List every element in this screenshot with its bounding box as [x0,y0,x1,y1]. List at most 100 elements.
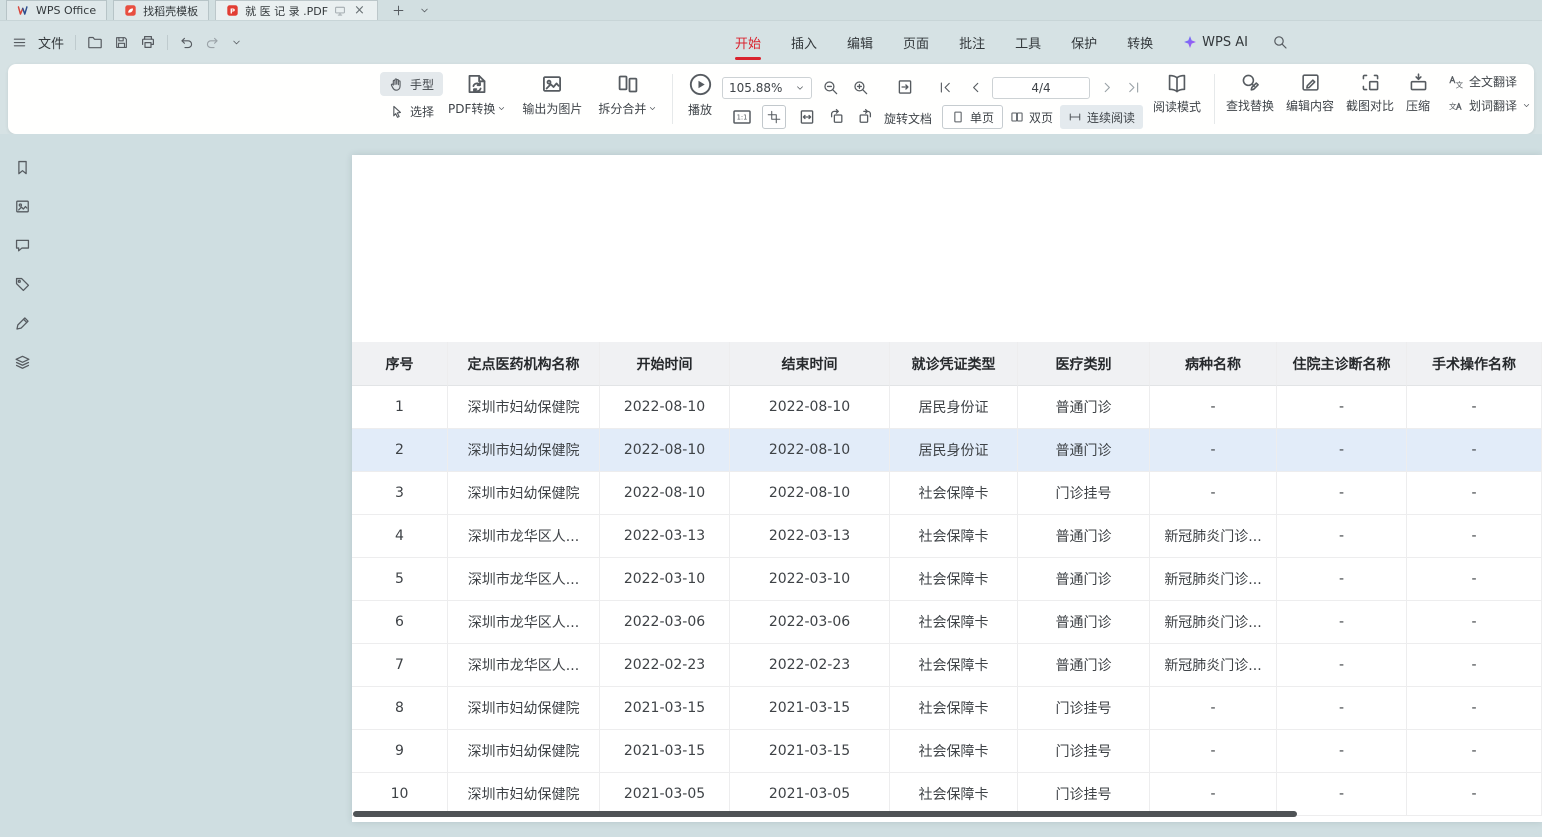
page-number-input[interactable]: 4/4 [992,77,1090,99]
full-translate-button[interactable]: 文 全文翻译 [1448,73,1517,90]
layers-icon[interactable] [14,354,31,371]
new-tab-button[interactable] [392,4,405,17]
edit-content-button[interactable]: 编辑内容 [1286,72,1334,114]
menu-tab-7[interactable]: 保护 [1071,21,1097,63]
read-mode-button[interactable]: 阅读模式 [1150,72,1204,115]
table-row[interactable]: 8深圳市妇幼保健院2021-03-152021-03-15社会保障卡门诊挂号--… [352,687,1542,730]
save-icon[interactable] [114,35,129,50]
table-cell: - [1407,472,1542,515]
table-cell: 1 [352,386,448,429]
chevron-down-icon [1522,101,1531,110]
read-mode-label: 阅读模式 [1153,98,1201,115]
menu-tab-label: 工具 [1015,33,1041,52]
fit-page-icon[interactable] [896,78,914,96]
pen-icon[interactable] [14,315,31,332]
bookmark-icon[interactable] [14,159,31,176]
word-translate-button[interactable]: 文 划词翻译 [1448,97,1531,114]
single-page-button[interactable]: 单页 [942,105,1003,129]
menu-tab-4[interactable]: 页面 [903,21,929,63]
export-image-button[interactable]: 输出为图片 [522,72,582,117]
play-label: 播放 [688,101,712,118]
rotate-right-icon[interactable] [857,108,874,125]
continuous-reading-button[interactable]: 连续阅读 [1060,105,1143,129]
separator [75,35,76,50]
table-cell: - [1150,730,1277,773]
tab-label: 找稻壳模板 [143,3,198,19]
menu-tab-8[interactable]: 转换 [1127,21,1153,63]
edit-content-icon [1300,72,1321,93]
rotate-left-icon[interactable] [828,108,845,125]
svg-text:1:1: 1:1 [737,114,748,122]
table-row[interactable]: 1深圳市妇幼保健院2022-08-102022-08-10居民身份证普通门诊--… [352,386,1542,429]
play-button[interactable]: 播放 [678,72,722,118]
table-row[interactable]: 7深圳市龙华区人...2022-02-232022-02-23社会保障卡普通门诊… [352,644,1542,687]
last-page-icon[interactable] [1126,80,1141,95]
zoom-in-icon[interactable] [852,79,869,96]
tab-list-dropdown-icon[interactable] [419,5,430,16]
tab-close-button[interactable]: × [352,3,367,18]
table-cell: - [1407,515,1542,558]
table-cell: - [1277,644,1407,687]
search-icon[interactable] [1272,34,1288,50]
fit-width-icon[interactable] [798,108,816,126]
tag-icon[interactable] [14,276,31,293]
actual-size-icon[interactable]: 1:1 [732,107,752,127]
document-tools-group: 查找替换编辑内容截图对比压缩 [1226,72,1430,114]
first-page-icon[interactable] [938,80,953,95]
window-tab-docer[interactable]: 找稻壳模板 [113,0,209,20]
screenshot-button[interactable]: 截图对比 [1346,72,1394,114]
table-row[interactable]: 3深圳市妇幼保健院2022-08-102022-08-10社会保障卡门诊挂号--… [352,472,1542,515]
table-cell: 深圳市龙华区人... [448,644,600,687]
pointer-tools-group: 手型 选择 [380,72,443,123]
fit-window-button[interactable] [762,105,786,129]
table-cell: 2022-08-10 [730,472,890,515]
table-row[interactable]: 2深圳市妇幼保健院2022-08-102022-08-10居民身份证普通门诊--… [352,429,1542,472]
menu-tab-9[interactable]: WPS AI [1183,21,1248,63]
menu-tab-6[interactable]: 工具 [1015,21,1041,63]
open-file-icon[interactable] [87,34,103,50]
hand-tool-button[interactable]: 手型 [380,72,443,96]
main-menu-icon[interactable] [12,35,27,50]
zoom-out-icon[interactable] [822,79,839,96]
compress-button[interactable]: 压缩 [1406,72,1430,114]
table-cell: 3 [352,472,448,515]
split-merge-button[interactable]: 拆分合并 [598,72,657,117]
monitor-icon[interactable] [334,5,346,17]
find-replace-button[interactable]: 查找替换 [1226,72,1274,114]
file-menu[interactable]: 文件 [38,33,64,52]
quickbar-more-icon[interactable] [231,37,242,48]
quick-access-bar: 文件 [12,21,242,63]
comment-icon[interactable] [14,237,31,254]
table-cell: 社会保障卡 [890,644,1018,687]
table-row[interactable]: 10深圳市妇幼保健院2021-03-052021-03-05社会保障卡门诊挂号-… [352,773,1542,816]
menu-tab-2[interactable]: 插入 [791,21,817,63]
rotate-document-button[interactable]: 旋转文档 [884,110,932,127]
table-header-row: 序号定点医药机构名称开始时间结束时间就诊凭证类型医疗类别病种名称住院主诊断名称手… [352,342,1542,386]
table-horizontal-scrollbar[interactable] [353,811,1297,817]
undo-icon[interactable] [179,35,194,50]
window-tab-document[interactable]: P就 医 记 录 .PDF× [215,0,378,20]
image-icon[interactable] [14,198,31,215]
print-icon[interactable] [140,34,156,50]
menu-tab-5[interactable]: 批注 [959,21,985,63]
table-cell: 社会保障卡 [890,472,1018,515]
menu-tab-3[interactable]: 编辑 [847,21,873,63]
table-row[interactable]: 9深圳市妇幼保健院2021-03-152021-03-15社会保障卡门诊挂号--… [352,730,1542,773]
table-cell: - [1277,773,1407,816]
table-cell: 2022-03-13 [600,515,730,558]
redo-icon[interactable] [205,35,220,50]
previous-page-icon[interactable] [968,80,983,95]
table-cell: 2022-02-23 [730,644,890,687]
table-row[interactable]: 6深圳市龙华区人...2022-03-062022-03-06社会保障卡普通门诊… [352,601,1542,644]
table-row[interactable]: 5深圳市龙华区人...2022-03-102022-03-10社会保障卡普通门诊… [352,558,1542,601]
zoom-level-select[interactable]: 105.88% [722,77,812,99]
window-tab-wps-office[interactable]: WPS Office [6,0,107,20]
menu-tab-1[interactable]: 开始 [735,21,761,63]
select-tool-button[interactable]: 选择 [380,99,443,123]
double-page-label: 双页 [1029,109,1053,126]
pdf-convert-button[interactable]: PDF转换 [448,72,506,117]
next-page-icon[interactable] [1100,80,1115,95]
table-row[interactable]: 4深圳市龙华区人...2022-03-132022-03-13社会保障卡普通门诊… [352,515,1542,558]
table-cell: - [1407,687,1542,730]
table-cell: - [1407,601,1542,644]
